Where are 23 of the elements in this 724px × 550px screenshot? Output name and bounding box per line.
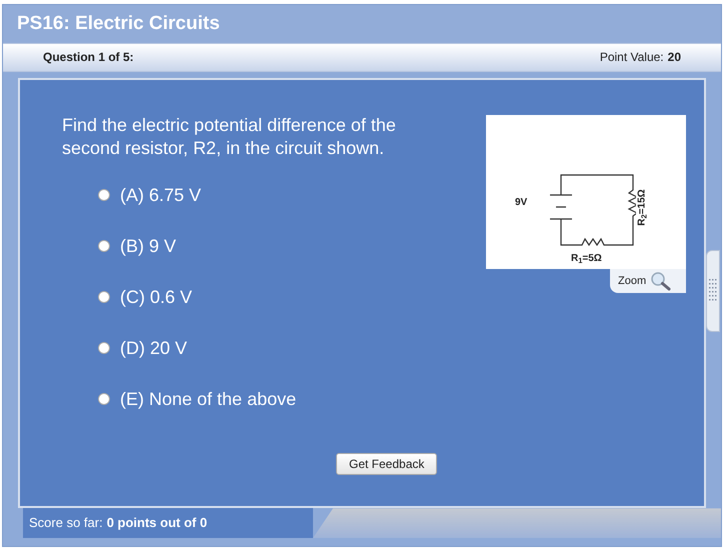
score-label: Score so far:: [29, 514, 103, 532]
grip-icon: [709, 279, 717, 304]
radio-button[interactable]: [98, 189, 110, 202]
answer-option[interactable]: (A) 6.75 V: [98, 184, 486, 206]
radio-button[interactable]: [98, 291, 110, 304]
radio-button[interactable]: [98, 393, 110, 406]
r1-label: R$_{1}$=5Ω: [571, 252, 602, 266]
side-handle[interactable]: [706, 250, 720, 332]
point-value: 20: [668, 49, 681, 66]
score-value: 0 points out of 0: [106, 514, 208, 532]
battery-label: 9V: [515, 196, 528, 210]
radio-button[interactable]: [98, 240, 110, 252]
question-text: Find the electric potential difference of the second resistor, R2, in the circuit shown.: [62, 114, 397, 160]
zoom-button[interactable]: Zoom: [610, 269, 686, 294]
answer-option[interactable]: (E) None of the above: [98, 388, 486, 410]
radio-button[interactable]: [98, 342, 110, 354]
feedback-button[interactable]: Get Feedback: [336, 453, 438, 476]
answer-option[interactable]: (B) 9 V: [98, 235, 486, 258]
window-title: PS16: Electric Circuits: [17, 12, 220, 36]
answer-option[interactable]: (D) 20 V: [98, 337, 486, 360]
point-value-label: Point Value:: [600, 49, 664, 66]
answer-option[interactable]: (C) 0.6 V: [98, 286, 486, 308]
magnifier-icon: [650, 271, 672, 292]
